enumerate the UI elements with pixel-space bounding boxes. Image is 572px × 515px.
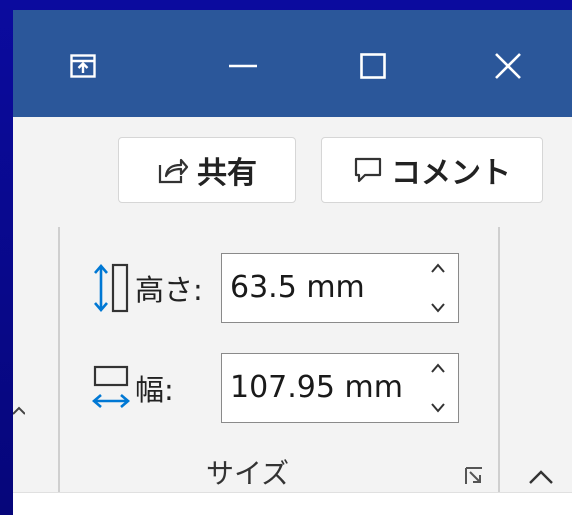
height-row: 高さ: 63.5 mm xyxy=(91,253,459,323)
spin-up-icon[interactable] xyxy=(430,362,446,374)
dialog-launcher-icon[interactable] xyxy=(465,467,483,485)
group-divider-right xyxy=(498,227,500,492)
comment-icon xyxy=(354,157,382,183)
width-label: 幅: xyxy=(135,373,174,407)
spin-down-icon[interactable] xyxy=(430,302,446,314)
group-divider-left xyxy=(58,227,60,497)
minimize-icon xyxy=(229,64,257,68)
comment-label: コメント xyxy=(391,156,511,191)
document-area-edge xyxy=(13,492,572,515)
shape-height-icon xyxy=(94,263,129,313)
height-label: 高さ: xyxy=(135,273,203,307)
width-input[interactable]: 107.95 mm xyxy=(230,354,420,422)
ribbon: 共有 コメント 高さ: 63.5 mm 幅: 107.95 mm サイズ xyxy=(13,117,572,497)
title-bar xyxy=(13,10,572,117)
partial-chevron-icon xyxy=(13,406,25,415)
share-icon xyxy=(158,158,189,184)
maximize-icon xyxy=(360,53,386,79)
share-label: 共有 xyxy=(197,156,257,191)
shape-width-icon xyxy=(92,365,130,408)
close-icon xyxy=(495,53,521,79)
share-button[interactable]: 共有 xyxy=(118,137,296,203)
width-spin-arrows xyxy=(428,362,448,414)
width-row: 幅: 107.95 mm xyxy=(91,353,459,423)
size-group-label: サイズ xyxy=(206,457,290,490)
comment-button[interactable]: コメント xyxy=(321,137,543,203)
collapse-ribbon-icon[interactable] xyxy=(528,469,554,485)
height-input[interactable]: 63.5 mm xyxy=(230,254,420,322)
ribbon-display-icon xyxy=(70,54,96,78)
minimize-button[interactable] xyxy=(203,36,283,96)
height-spin-arrows xyxy=(428,262,448,314)
width-spin-box[interactable]: 107.95 mm xyxy=(221,353,459,423)
app-window: 共有 コメント 高さ: 63.5 mm 幅: 107.95 mm サイズ xyxy=(13,10,572,515)
close-button[interactable] xyxy=(468,36,548,96)
spin-up-icon[interactable] xyxy=(430,262,446,274)
height-spin-box[interactable]: 63.5 mm xyxy=(221,253,459,323)
spin-down-icon[interactable] xyxy=(430,402,446,414)
maximize-button[interactable] xyxy=(333,36,413,96)
ribbon-display-options-button[interactable] xyxy=(43,36,123,96)
